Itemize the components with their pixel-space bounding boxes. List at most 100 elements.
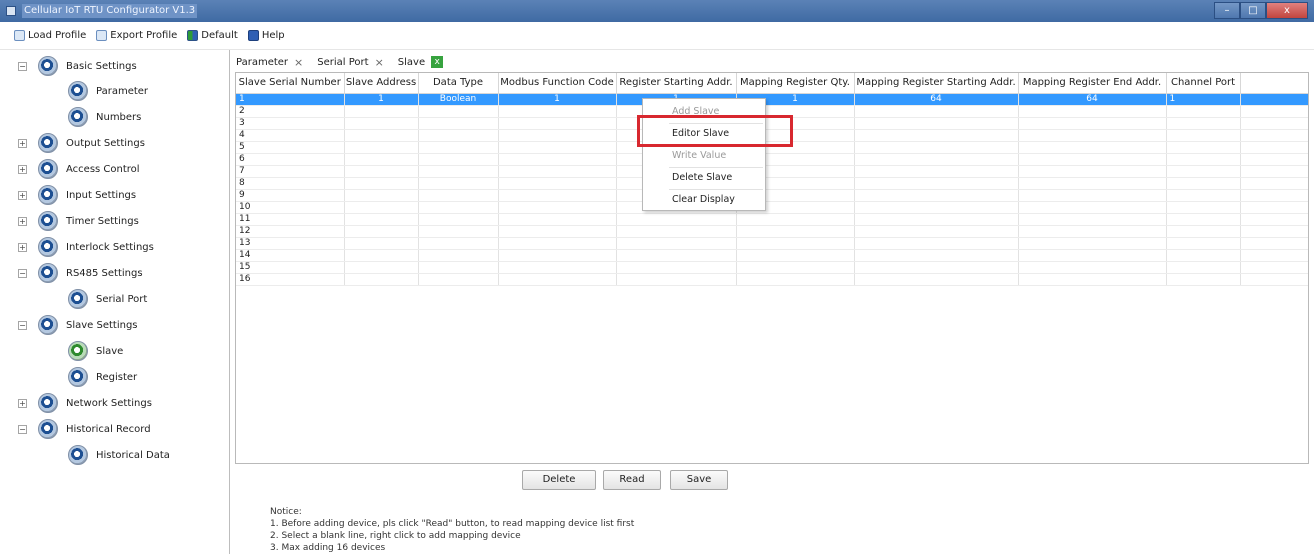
table-cell[interactable]: 4: [236, 129, 345, 142]
tree-item-interlock-settings[interactable]: Interlock Settings: [38, 236, 154, 258]
expand-network-settings-icon[interactable]: +: [18, 399, 27, 408]
table-cell[interactable]: 13: [236, 237, 345, 250]
table-cell[interactable]: [1018, 141, 1167, 154]
table-cell[interactable]: [854, 225, 1019, 238]
tree-item-network-settings[interactable]: Network Settings: [38, 392, 152, 414]
table-cell[interactable]: [418, 177, 499, 190]
tree-item-serial-port[interactable]: Serial Port: [68, 288, 147, 310]
table-cell[interactable]: 8: [236, 177, 345, 190]
table-cell[interactable]: 9: [236, 189, 345, 202]
table-cell[interactable]: [616, 273, 737, 286]
save-button[interactable]: Save: [670, 470, 728, 490]
read-button[interactable]: Read: [603, 470, 661, 490]
table-cell[interactable]: [736, 249, 855, 262]
table-cell[interactable]: [1018, 249, 1167, 262]
table-cell[interactable]: [418, 117, 499, 130]
table-cell[interactable]: [498, 141, 617, 154]
table-cell[interactable]: [498, 273, 617, 286]
table-cell[interactable]: 3: [236, 117, 345, 130]
tree-item-parameter[interactable]: Parameter: [68, 80, 148, 102]
table-row[interactable]: 9: [236, 189, 1308, 202]
table-row[interactable]: 13: [236, 237, 1308, 250]
table-cell[interactable]: [344, 189, 419, 202]
column-header[interactable]: Channel Port: [1166, 73, 1241, 94]
tree-item-input-settings[interactable]: Input Settings: [38, 184, 136, 206]
table-cell[interactable]: [854, 189, 1019, 202]
table-row[interactable]: 10: [236, 201, 1308, 214]
column-header[interactable]: Register Starting Addr.: [616, 73, 737, 94]
tab-parameter[interactable]: Parameter ×: [236, 56, 303, 69]
table-cell[interactable]: 64: [854, 93, 1019, 106]
table-cell[interactable]: [418, 225, 499, 238]
export-profile-button[interactable]: Export Profile: [96, 30, 177, 41]
table-cell[interactable]: [1166, 201, 1241, 214]
table-cell[interactable]: [344, 213, 419, 226]
column-header[interactable]: Slave Address: [344, 73, 419, 94]
table-cell[interactable]: [616, 261, 737, 274]
table-cell[interactable]: [418, 189, 499, 202]
table-cell[interactable]: [1018, 237, 1167, 250]
table-cell[interactable]: Boolean: [418, 93, 499, 106]
table-cell[interactable]: [498, 225, 617, 238]
table-cell[interactable]: [1166, 117, 1241, 130]
tree-item-rs485-settings[interactable]: RS485 Settings: [38, 262, 143, 284]
table-cell[interactable]: [1018, 177, 1167, 190]
table-row[interactable]: 11Boolean11164641: [236, 93, 1308, 106]
table-cell[interactable]: [1166, 177, 1241, 190]
close-button[interactable]: x: [1266, 2, 1308, 19]
table-cell[interactable]: [418, 237, 499, 250]
minimize-button[interactable]: –: [1214, 2, 1240, 19]
table-cell[interactable]: 11: [236, 213, 345, 226]
table-cell[interactable]: [1018, 189, 1167, 202]
table-cell[interactable]: [418, 165, 499, 178]
table-cell[interactable]: 1: [236, 93, 345, 106]
tree-item-numbers[interactable]: Numbers: [68, 106, 141, 128]
table-cell[interactable]: [418, 141, 499, 154]
expand-interlock-settings-icon[interactable]: +: [18, 243, 27, 252]
table-row[interactable]: 14: [236, 249, 1308, 262]
table-cell[interactable]: [854, 141, 1019, 154]
table-cell[interactable]: [418, 261, 499, 274]
column-header[interactable]: Mapping Register Starting Addr.: [854, 73, 1019, 94]
column-header[interactable]: Mapping Register Qty.: [736, 73, 855, 94]
tree-item-slave-settings[interactable]: Slave Settings: [38, 314, 138, 336]
table-cell[interactable]: [498, 117, 617, 130]
table-cell[interactable]: [1018, 153, 1167, 166]
table-cell[interactable]: 15: [236, 261, 345, 274]
table-cell[interactable]: 64: [1018, 93, 1167, 106]
maximize-button[interactable]: □: [1240, 2, 1266, 19]
table-cell[interactable]: [1018, 129, 1167, 142]
table-cell[interactable]: [854, 201, 1019, 214]
tree-item-output-settings[interactable]: Output Settings: [38, 132, 145, 154]
table-cell[interactable]: [854, 213, 1019, 226]
table-cell[interactable]: [854, 165, 1019, 178]
table-cell[interactable]: [498, 153, 617, 166]
table-cell[interactable]: [1018, 273, 1167, 286]
table-cell[interactable]: 1: [498, 93, 617, 106]
table-cell[interactable]: [418, 105, 499, 118]
column-header[interactable]: Mapping Register End Addr.: [1018, 73, 1167, 94]
table-cell[interactable]: 16: [236, 273, 345, 286]
close-tab-icon[interactable]: ×: [294, 56, 303, 69]
table-cell[interactable]: [344, 117, 419, 130]
table-cell[interactable]: [1166, 225, 1241, 238]
table-cell[interactable]: [1166, 153, 1241, 166]
load-profile-button[interactable]: Load Profile: [14, 30, 86, 41]
table-cell[interactable]: 14: [236, 249, 345, 262]
table-cell[interactable]: [1018, 261, 1167, 274]
table-cell[interactable]: 10: [236, 201, 345, 214]
table-cell[interactable]: [498, 105, 617, 118]
table-cell[interactable]: [1018, 201, 1167, 214]
table-cell[interactable]: [418, 153, 499, 166]
table-cell[interactable]: [418, 273, 499, 286]
table-cell[interactable]: [1018, 105, 1167, 118]
table-cell[interactable]: [344, 141, 419, 154]
close-active-tab-icon[interactable]: x: [431, 56, 444, 68]
table-cell[interactable]: [1018, 225, 1167, 238]
expand-access-control-icon[interactable]: +: [18, 165, 27, 174]
tree-item-timer-settings[interactable]: Timer Settings: [38, 210, 139, 232]
table-cell[interactable]: [498, 177, 617, 190]
tree-item-slave[interactable]: Slave: [68, 340, 123, 362]
table-cell[interactable]: [498, 261, 617, 274]
table-cell[interactable]: [854, 105, 1019, 118]
